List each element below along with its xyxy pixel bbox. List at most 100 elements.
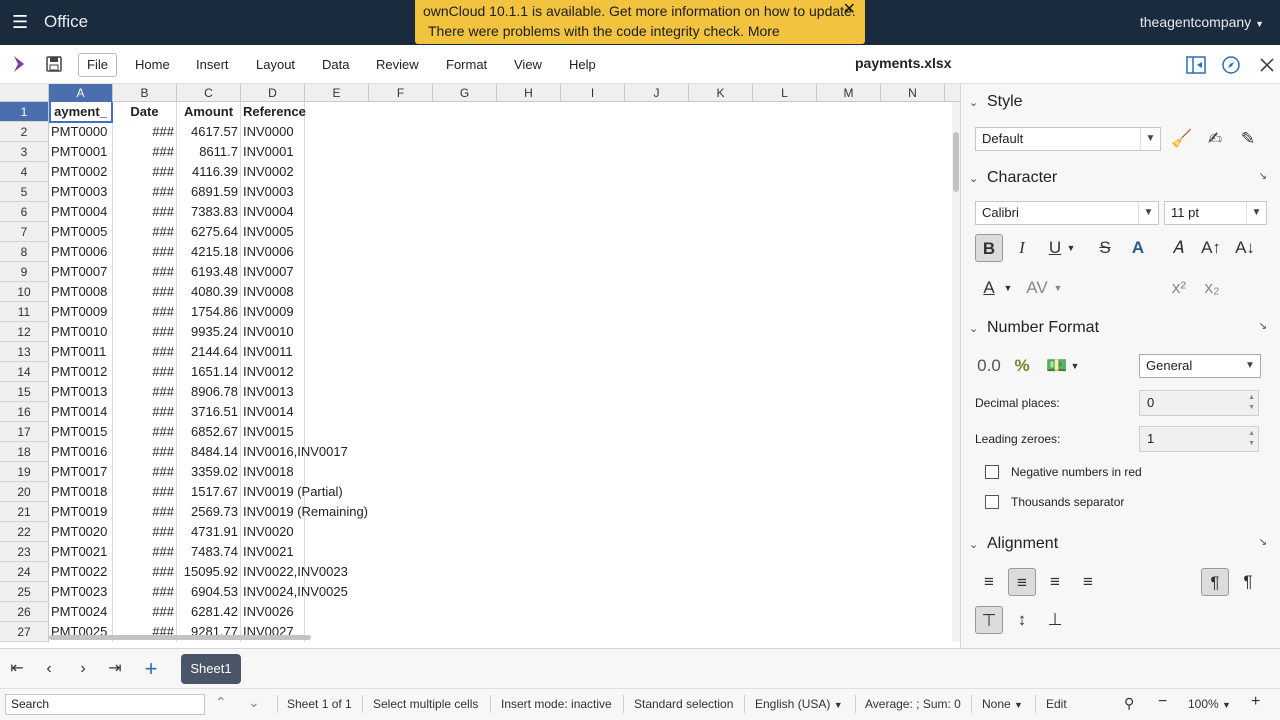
add-sheet-icon[interactable]: + <box>141 658 161 680</box>
row-header[interactable]: 13 <box>0 342 48 362</box>
column-header-a[interactable]: A <box>49 84 113 102</box>
cell-b[interactable]: ### <box>113 462 177 482</box>
column-header-i[interactable]: I <box>561 84 625 102</box>
strikethrough-icon[interactable]: S <box>1091 234 1119 262</box>
character-section-header[interactable]: ⌄ Character ↘ <box>961 169 1280 191</box>
save-icon[interactable] <box>46 56 62 72</box>
cell-b[interactable]: ### <box>113 122 177 142</box>
more-options-icon[interactable]: ↘ <box>1259 321 1267 332</box>
right-to-left-icon[interactable]: ¶ <box>1234 568 1262 596</box>
justify-icon[interactable]: ≡ <box>1074 568 1102 596</box>
cell-c[interactable]: 4215.18 <box>177 242 241 262</box>
horizontal-scrollbar[interactable] <box>49 635 311 640</box>
cell-a[interactable]: PMT0007 <box>49 262 113 282</box>
cell-d[interactable]: INV0018 <box>241 462 305 482</box>
cell-a[interactable]: PMT0009 <box>49 302 113 322</box>
align-left-icon[interactable]: ≡ <box>975 568 1003 596</box>
first-sheet-icon[interactable]: ⇤ <box>7 659 27 679</box>
cell-a[interactable]: PMT0006 <box>49 242 113 262</box>
cell-c[interactable]: 4080.39 <box>177 282 241 302</box>
cell-d[interactable]: INV0006 <box>241 242 305 262</box>
cell-c[interactable]: 9935.24 <box>177 322 241 342</box>
currency-format-icon[interactable]: 💵 <box>1043 352 1071 380</box>
cell-c[interactable]: 1517.67 <box>177 482 241 502</box>
column-header-m[interactable]: M <box>817 84 881 102</box>
cell-d[interactable]: INV0019 (Remaining) <box>241 502 368 522</box>
cell-d[interactable]: INV0010 <box>241 322 305 342</box>
cell-d[interactable]: INV0026 <box>241 602 305 622</box>
tab-view[interactable]: View <box>505 53 551 77</box>
row-header[interactable]: 21 <box>0 502 48 522</box>
zoom-out-icon[interactable]: − <box>1158 693 1167 711</box>
cell-a[interactable]: PMT0005 <box>49 222 113 242</box>
cell-b[interactable]: ### <box>113 442 177 462</box>
row-header[interactable]: 2 <box>0 122 48 142</box>
row-header[interactable]: 12 <box>0 322 48 342</box>
subscript-icon[interactable]: x₂ <box>1198 274 1226 302</box>
cell-c[interactable]: 8906.78 <box>177 382 241 402</box>
more-options-icon[interactable]: ↘ <box>1259 171 1267 182</box>
cell-c[interactable]: 6275.64 <box>177 222 241 242</box>
column-header-b[interactable]: B <box>113 84 177 102</box>
more-options-icon[interactable]: ↘ <box>1259 537 1267 548</box>
row-header[interactable]: 6 <box>0 202 48 222</box>
cell-a[interactable]: PMT0001 <box>49 142 113 162</box>
number-format-select[interactable]: General ▼ <box>1139 354 1261 378</box>
zoom-reset-icon[interactable]: ⚲ <box>1124 695 1134 712</box>
currency-options-icon[interactable]: ▼ <box>1068 352 1082 380</box>
row-header[interactable]: 17 <box>0 422 48 442</box>
search-up-icon[interactable]: ⌃ <box>215 694 227 711</box>
cell-a[interactable]: PMT0016 <box>49 442 113 462</box>
row-header[interactable]: 22 <box>0 522 48 542</box>
cell-b[interactable]: ### <box>113 242 177 262</box>
number-format-section-header[interactable]: ⌄ Number Format ↘ <box>961 319 1280 341</box>
row-header[interactable]: 8 <box>0 242 48 262</box>
zoom-select[interactable]: 100% ▼ <box>1188 697 1231 711</box>
cell-d[interactable]: INV0001 <box>241 142 305 162</box>
percent-format-icon[interactable]: % <box>1008 352 1036 380</box>
cell-c[interactable]: 2144.64 <box>177 342 241 362</box>
cell-c[interactable]: 6891.59 <box>177 182 241 202</box>
row-header[interactable]: 20 <box>0 482 48 502</box>
tab-data[interactable]: Data <box>313 53 358 77</box>
cell-d[interactable]: INV0024,INV0025 <box>241 582 348 602</box>
row-header[interactable]: 18 <box>0 442 48 462</box>
row-header[interactable]: 27 <box>0 622 48 642</box>
cell-c[interactable]: 7383.83 <box>177 202 241 222</box>
notification-line-1[interactable]: ownCloud 10.1.1 is available. Get more i… <box>423 1 856 21</box>
cell-d[interactable]: INV0007 <box>241 262 305 282</box>
row-header[interactable]: 25 <box>0 582 48 602</box>
cell-c[interactable]: 4731.91 <box>177 522 241 542</box>
cell-a[interactable]: PMT0017 <box>49 462 113 482</box>
superscript-icon[interactable]: x² <box>1165 274 1193 302</box>
language-select[interactable]: English (USA) ▼ <box>755 697 843 711</box>
thousands-separator-checkbox[interactable] <box>985 495 999 509</box>
cell-d[interactable]: INV0003 <box>241 182 305 202</box>
tab-format[interactable]: Format <box>437 53 496 77</box>
align-right-icon[interactable]: ≡ <box>1041 568 1069 596</box>
row-header[interactable]: 11 <box>0 302 48 322</box>
user-menu[interactable]: theagentcompany ▼ <box>1140 14 1264 30</box>
last-sheet-icon[interactable]: ⇥ <box>105 659 125 679</box>
cell-b[interactable]: ### <box>113 182 177 202</box>
column-header-g[interactable]: G <box>433 84 497 102</box>
tab-layout[interactable]: Layout <box>247 53 304 77</box>
font-color-icon[interactable]: A <box>975 274 1003 302</box>
tab-file[interactable]: File <box>78 53 117 77</box>
cell-d[interactable]: INV0021 <box>241 542 305 562</box>
cell-b[interactable]: ### <box>113 262 177 282</box>
cell-d[interactable]: INV0004 <box>241 202 305 222</box>
cell-c[interactable]: 2569.73 <box>177 502 241 522</box>
cell-d[interactable]: INV0014 <box>241 402 305 422</box>
cell-c[interactable]: 7483.74 <box>177 542 241 562</box>
cell-b[interactable]: ### <box>113 542 177 562</box>
cell-b[interactable]: ### <box>113 582 177 602</box>
column-header-d[interactable]: D <box>241 84 305 102</box>
cell-a[interactable]: PMT0015 <box>49 422 113 442</box>
row-header[interactable]: 26 <box>0 602 48 622</box>
cell-d[interactable]: INV0016,INV0017 <box>241 442 348 462</box>
cell-b[interactable]: ### <box>113 422 177 442</box>
cell-c[interactable]: 3359.02 <box>177 462 241 482</box>
row-header[interactable]: 23 <box>0 542 48 562</box>
cell-b[interactable]: ### <box>113 222 177 242</box>
